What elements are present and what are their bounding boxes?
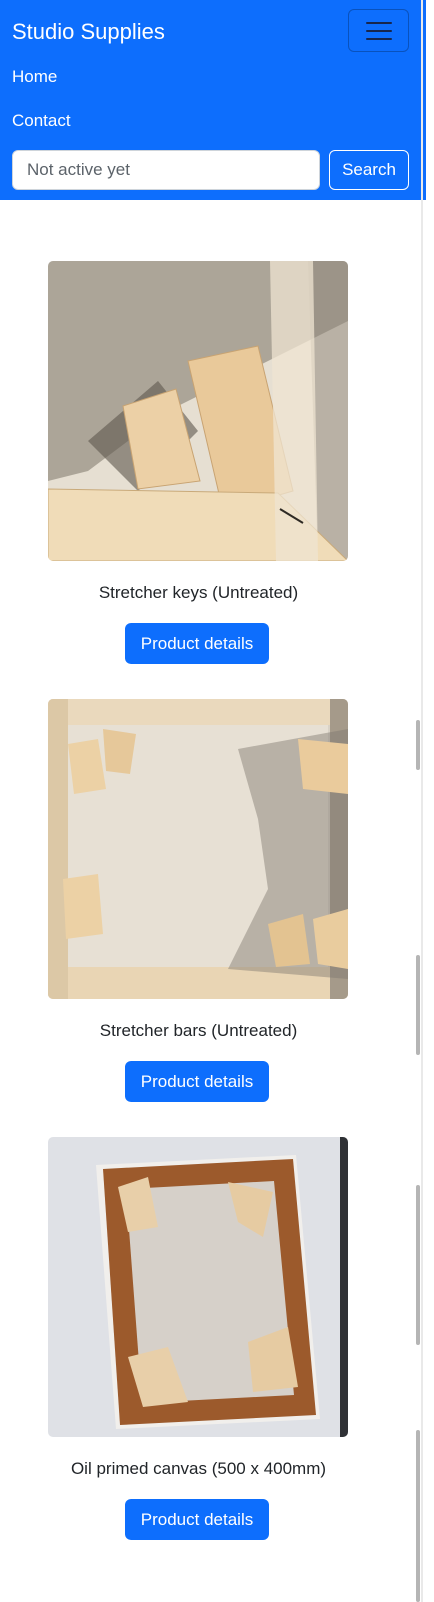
menu-toggle-button[interactable] — [348, 9, 409, 52]
search-input[interactable] — [12, 150, 320, 190]
product-details-button[interactable]: Product details — [125, 623, 269, 664]
search-button[interactable]: Search — [329, 150, 409, 190]
nav-link-home[interactable]: Home — [12, 66, 57, 88]
page: Studio Supplies Home Contact Search — [0, 0, 434, 1602]
hamburger-menu-icon — [365, 21, 392, 40]
product-name: Oil primed canvas (500 x 400mm) — [70, 1459, 327, 1478]
product-details-button[interactable]: Product details — [125, 1061, 269, 1102]
navbar: Studio Supplies Home Contact Search — [0, 0, 426, 200]
product-name: Stretcher bars (Untreated) — [99, 1021, 298, 1040]
scrollbar-thumb[interactable] — [416, 1185, 420, 1345]
product-image-oil-primed-canvas[interactable] — [48, 1137, 348, 1437]
brand-logo-text[interactable]: Studio Supplies — [12, 14, 165, 50]
product-name: Stretcher keys (Untreated) — [98, 583, 299, 602]
product-image-stretcher-keys[interactable] — [48, 261, 348, 561]
scrollbar-edge — [421, 0, 423, 1602]
nav-link-contact[interactable]: Contact — [12, 110, 71, 132]
scrollbar-thumb[interactable] — [416, 1430, 420, 1602]
product-image-stretcher-bars[interactable] — [48, 699, 348, 999]
scrollbar-track[interactable] — [426, 0, 434, 1602]
scrollbar-thumb[interactable] — [416, 955, 420, 1055]
scrollbar-thumb[interactable] — [416, 720, 420, 770]
product-details-button[interactable]: Product details — [125, 1499, 269, 1540]
